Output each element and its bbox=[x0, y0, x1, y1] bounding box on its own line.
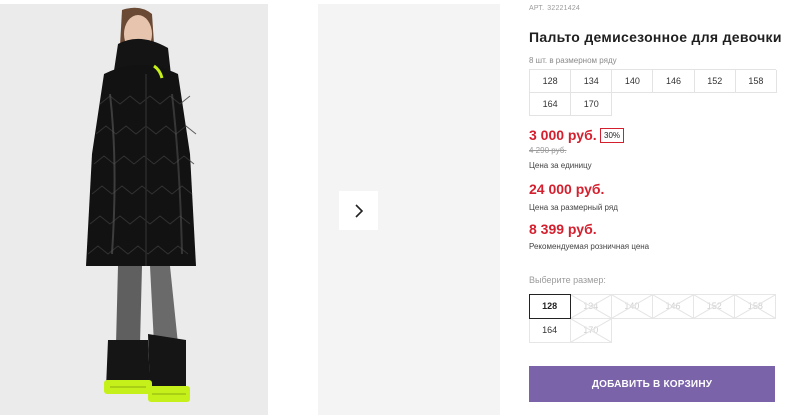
chevron-right-icon bbox=[354, 203, 363, 218]
product-image[interactable] bbox=[0, 4, 268, 415]
size-selector: 128 134 140 146 152 158 164 170 bbox=[528, 293, 777, 343]
pack-size-cell: 152 bbox=[694, 70, 736, 93]
unit-price: 3 000 руб. bbox=[529, 127, 597, 143]
size-option[interactable]: 140 bbox=[610, 293, 653, 319]
size-selector-label: Выберите размер: bbox=[529, 275, 606, 285]
pack-price: 24 000 руб. bbox=[529, 181, 605, 197]
size-option[interactable]: 128 bbox=[528, 293, 571, 319]
pack-caption: 8 шт. в размерном ряду bbox=[529, 56, 617, 65]
pack-size-cell: 146 bbox=[653, 70, 695, 93]
add-to-cart-button[interactable]: ДОБАВИТЬ В КОРЗИНУ bbox=[529, 366, 775, 402]
discount-badge: 30% bbox=[600, 128, 625, 143]
size-option[interactable]: 134 bbox=[569, 293, 612, 319]
gallery-next-button[interactable] bbox=[339, 191, 378, 230]
pack-size-cell: 134 bbox=[571, 70, 613, 93]
pack-size-grid: 128 134 140 146 152 158 164 170 bbox=[529, 69, 777, 116]
size-option[interactable]: 164 bbox=[528, 317, 571, 343]
pack-size-cell: 158 bbox=[735, 70, 777, 93]
size-option[interactable]: 146 bbox=[651, 293, 695, 319]
article-number: АРТ. 32221424 bbox=[529, 5, 583, 12]
pack-size-cell: 170 bbox=[571, 93, 613, 116]
size-option[interactable]: 152 bbox=[693, 293, 736, 319]
article-label: АРТ. bbox=[529, 5, 545, 12]
pack-size-cell: 128 bbox=[530, 70, 572, 93]
retail-price: 8 399 руб. bbox=[529, 221, 597, 237]
unit-price-caption: Цена за единицу bbox=[529, 161, 592, 170]
article-value: 32221424 bbox=[547, 5, 581, 12]
retail-price-caption: Рекомендуемая розничная цена bbox=[529, 242, 650, 251]
pack-price-caption: Цена за размерный ряд bbox=[529, 203, 618, 212]
size-option[interactable]: 158 bbox=[734, 293, 777, 319]
product-title: Пальто демисезонное для девочки bbox=[529, 29, 782, 45]
pack-size-cell: 164 bbox=[530, 93, 572, 116]
old-price: 4 290 руб. bbox=[529, 146, 567, 155]
size-option[interactable]: 170 bbox=[569, 317, 612, 343]
pack-size-cell: 140 bbox=[612, 70, 654, 93]
product-photo bbox=[0, 4, 268, 415]
